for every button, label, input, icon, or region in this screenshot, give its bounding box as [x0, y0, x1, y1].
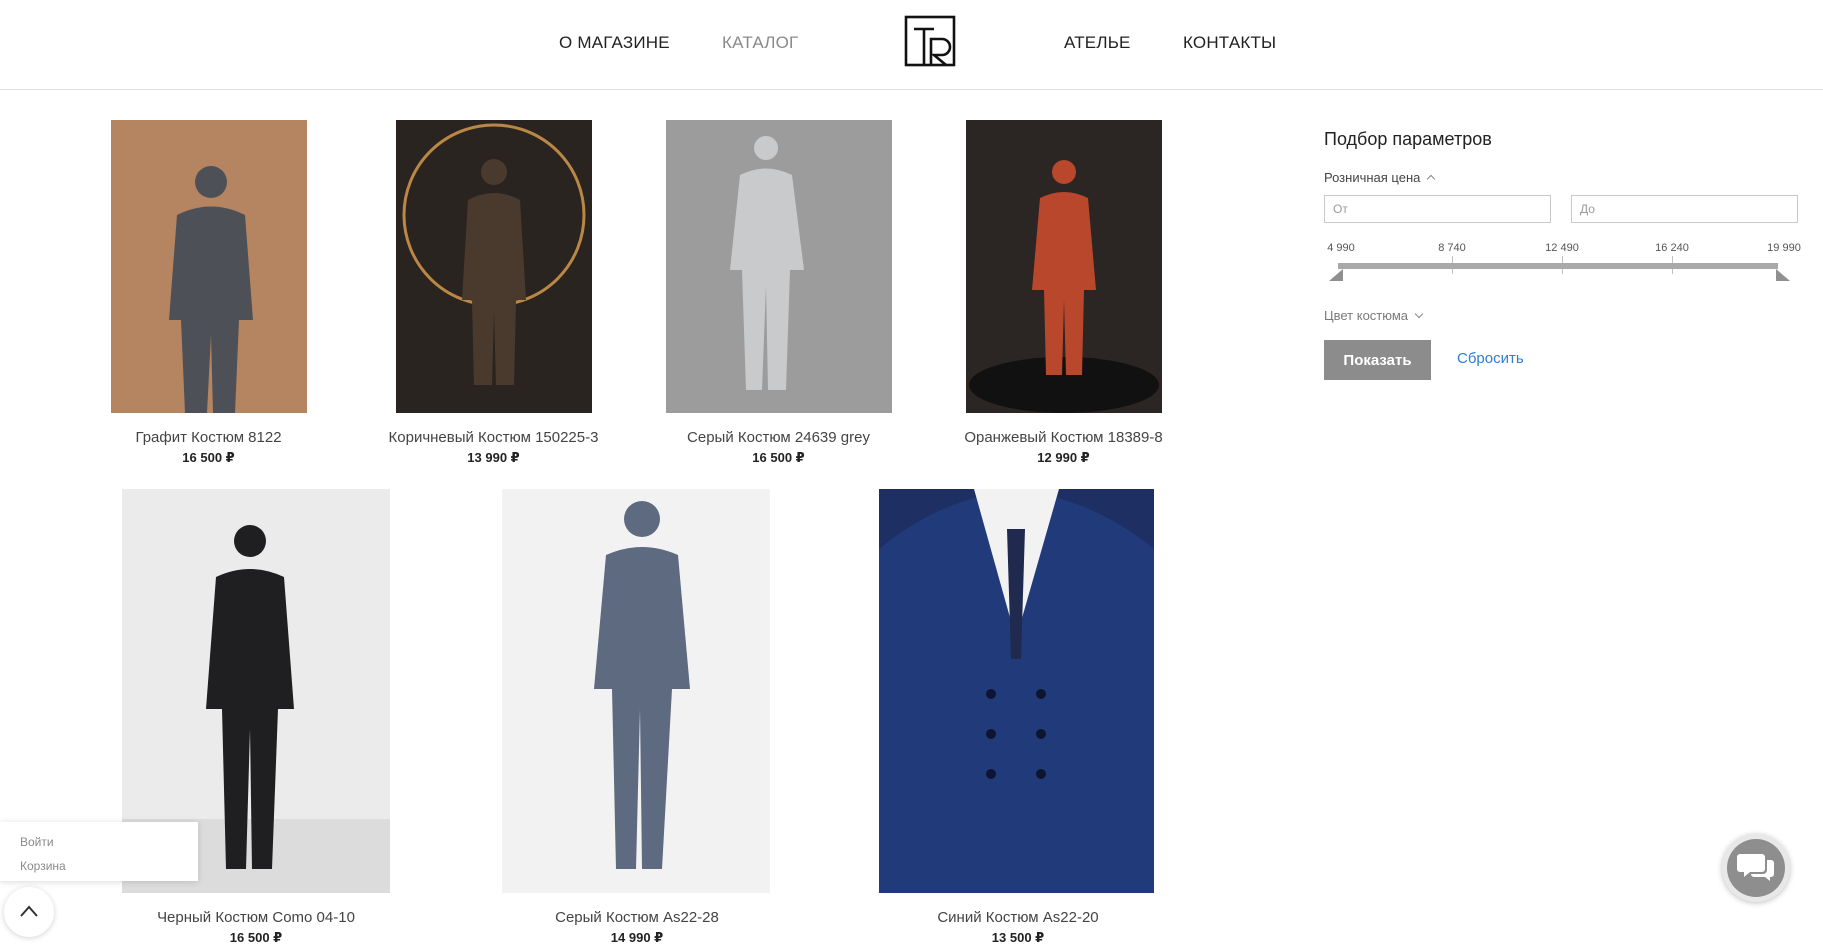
scale-label: 8 740 [1438, 242, 1466, 254]
product-card[interactable]: Графит Костюм 8122 16 500 ₽ [61, 120, 356, 470]
product-price: 13 500 ₽ [991, 930, 1045, 945]
chevron-up-icon [1427, 174, 1436, 184]
nav-contacts[interactable]: КОНТАКТЫ [1183, 33, 1276, 53]
product-price: 16 500 ₽ [229, 930, 283, 945]
product-photo[interactable] [396, 120, 592, 413]
scroll-to-top-button[interactable] [4, 887, 54, 937]
filter-title: Подбор параметров [1324, 129, 1492, 149]
nav-catalog[interactable]: КАТАЛОГ [722, 33, 798, 53]
product-card[interactable]: Серый Костюм 24639 grey 16 500 ₽ [631, 120, 926, 470]
price-filter-label: Розничная цена [1324, 170, 1421, 185]
scale-label: 19 990 [1767, 242, 1801, 254]
cart-link[interactable]: Корзина [20, 859, 66, 873]
product-photo[interactable] [666, 120, 892, 413]
login-link[interactable]: Войти [20, 835, 54, 849]
chat-bubbles-icon [1737, 854, 1774, 881]
product-price: 12 990 ₽ [1037, 450, 1090, 465]
color-filter-label: Цвет костюма [1324, 308, 1409, 323]
product-name[interactable]: Черный Костюм Como 04-10 [65, 909, 447, 926]
price-range-max-handle[interactable] [1776, 269, 1790, 281]
color-filter-toggle[interactable]: Цвет костюма [1324, 308, 1424, 323]
price-range-track[interactable] [1338, 263, 1778, 269]
product-card[interactable]: Синий Костюм As22-20 13 500 ₽ [827, 489, 1209, 949]
tr-logo-icon[interactable] [904, 15, 956, 67]
product-card[interactable]: Коричневый Костюм 150225-3 13 990 ₽ [346, 120, 641, 470]
product-price: 14 990 ₽ [610, 930, 664, 945]
product-name[interactable]: Графит Костюм 8122 [61, 429, 356, 446]
price-range-min-handle[interactable] [1329, 269, 1343, 281]
product-name[interactable]: Оранжевый Костюм 18389-8 [916, 429, 1211, 446]
price-from-input[interactable] [1324, 195, 1551, 223]
product-name[interactable]: Серый Костюм As22-28 [446, 909, 828, 926]
product-name[interactable]: Коричневый Костюм 150225-3 [346, 429, 641, 446]
product-photo[interactable] [879, 489, 1154, 893]
product-price: 16 500 ₽ [752, 450, 805, 465]
nav-atelier[interactable]: АТЕЛЬЕ [1064, 33, 1131, 53]
product-photo[interactable] [966, 120, 1162, 413]
scale-label: 16 240 [1655, 242, 1689, 254]
product-photo[interactable] [502, 489, 770, 893]
scale-label: 4 990 [1327, 242, 1355, 254]
product-name[interactable]: Синий Костюм As22-20 [827, 909, 1209, 926]
reset-link[interactable]: Сбросить [1457, 350, 1524, 367]
price-filter-toggle[interactable]: Розничная цена [1324, 170, 1436, 185]
nav-about[interactable]: О МАГАЗИНЕ [559, 33, 670, 53]
product-photo[interactable] [111, 120, 307, 413]
product-card[interactable]: Серый Костюм As22-28 14 990 ₽ [446, 489, 828, 949]
chat-widget-button[interactable] [1722, 834, 1790, 902]
site-header: О МАГАЗИНЕ КАТАЛОГ АТЕЛЬЕ КОНТАКТЫ [0, 0, 1823, 90]
product-price: 13 990 ₽ [467, 450, 520, 465]
user-menu-popup: Войти Корзина [0, 822, 198, 881]
scale-label: 12 490 [1545, 242, 1579, 254]
chevron-up-icon [20, 905, 38, 917]
show-button[interactable]: Показать [1324, 340, 1431, 380]
product-card[interactable]: Оранжевый Костюм 18389-8 12 990 ₽ [916, 120, 1211, 470]
product-price: 16 500 ₽ [182, 450, 235, 465]
product-name[interactable]: Серый Костюм 24639 grey [631, 429, 926, 446]
chevron-down-icon [1414, 309, 1424, 319]
price-to-input[interactable] [1571, 195, 1798, 223]
